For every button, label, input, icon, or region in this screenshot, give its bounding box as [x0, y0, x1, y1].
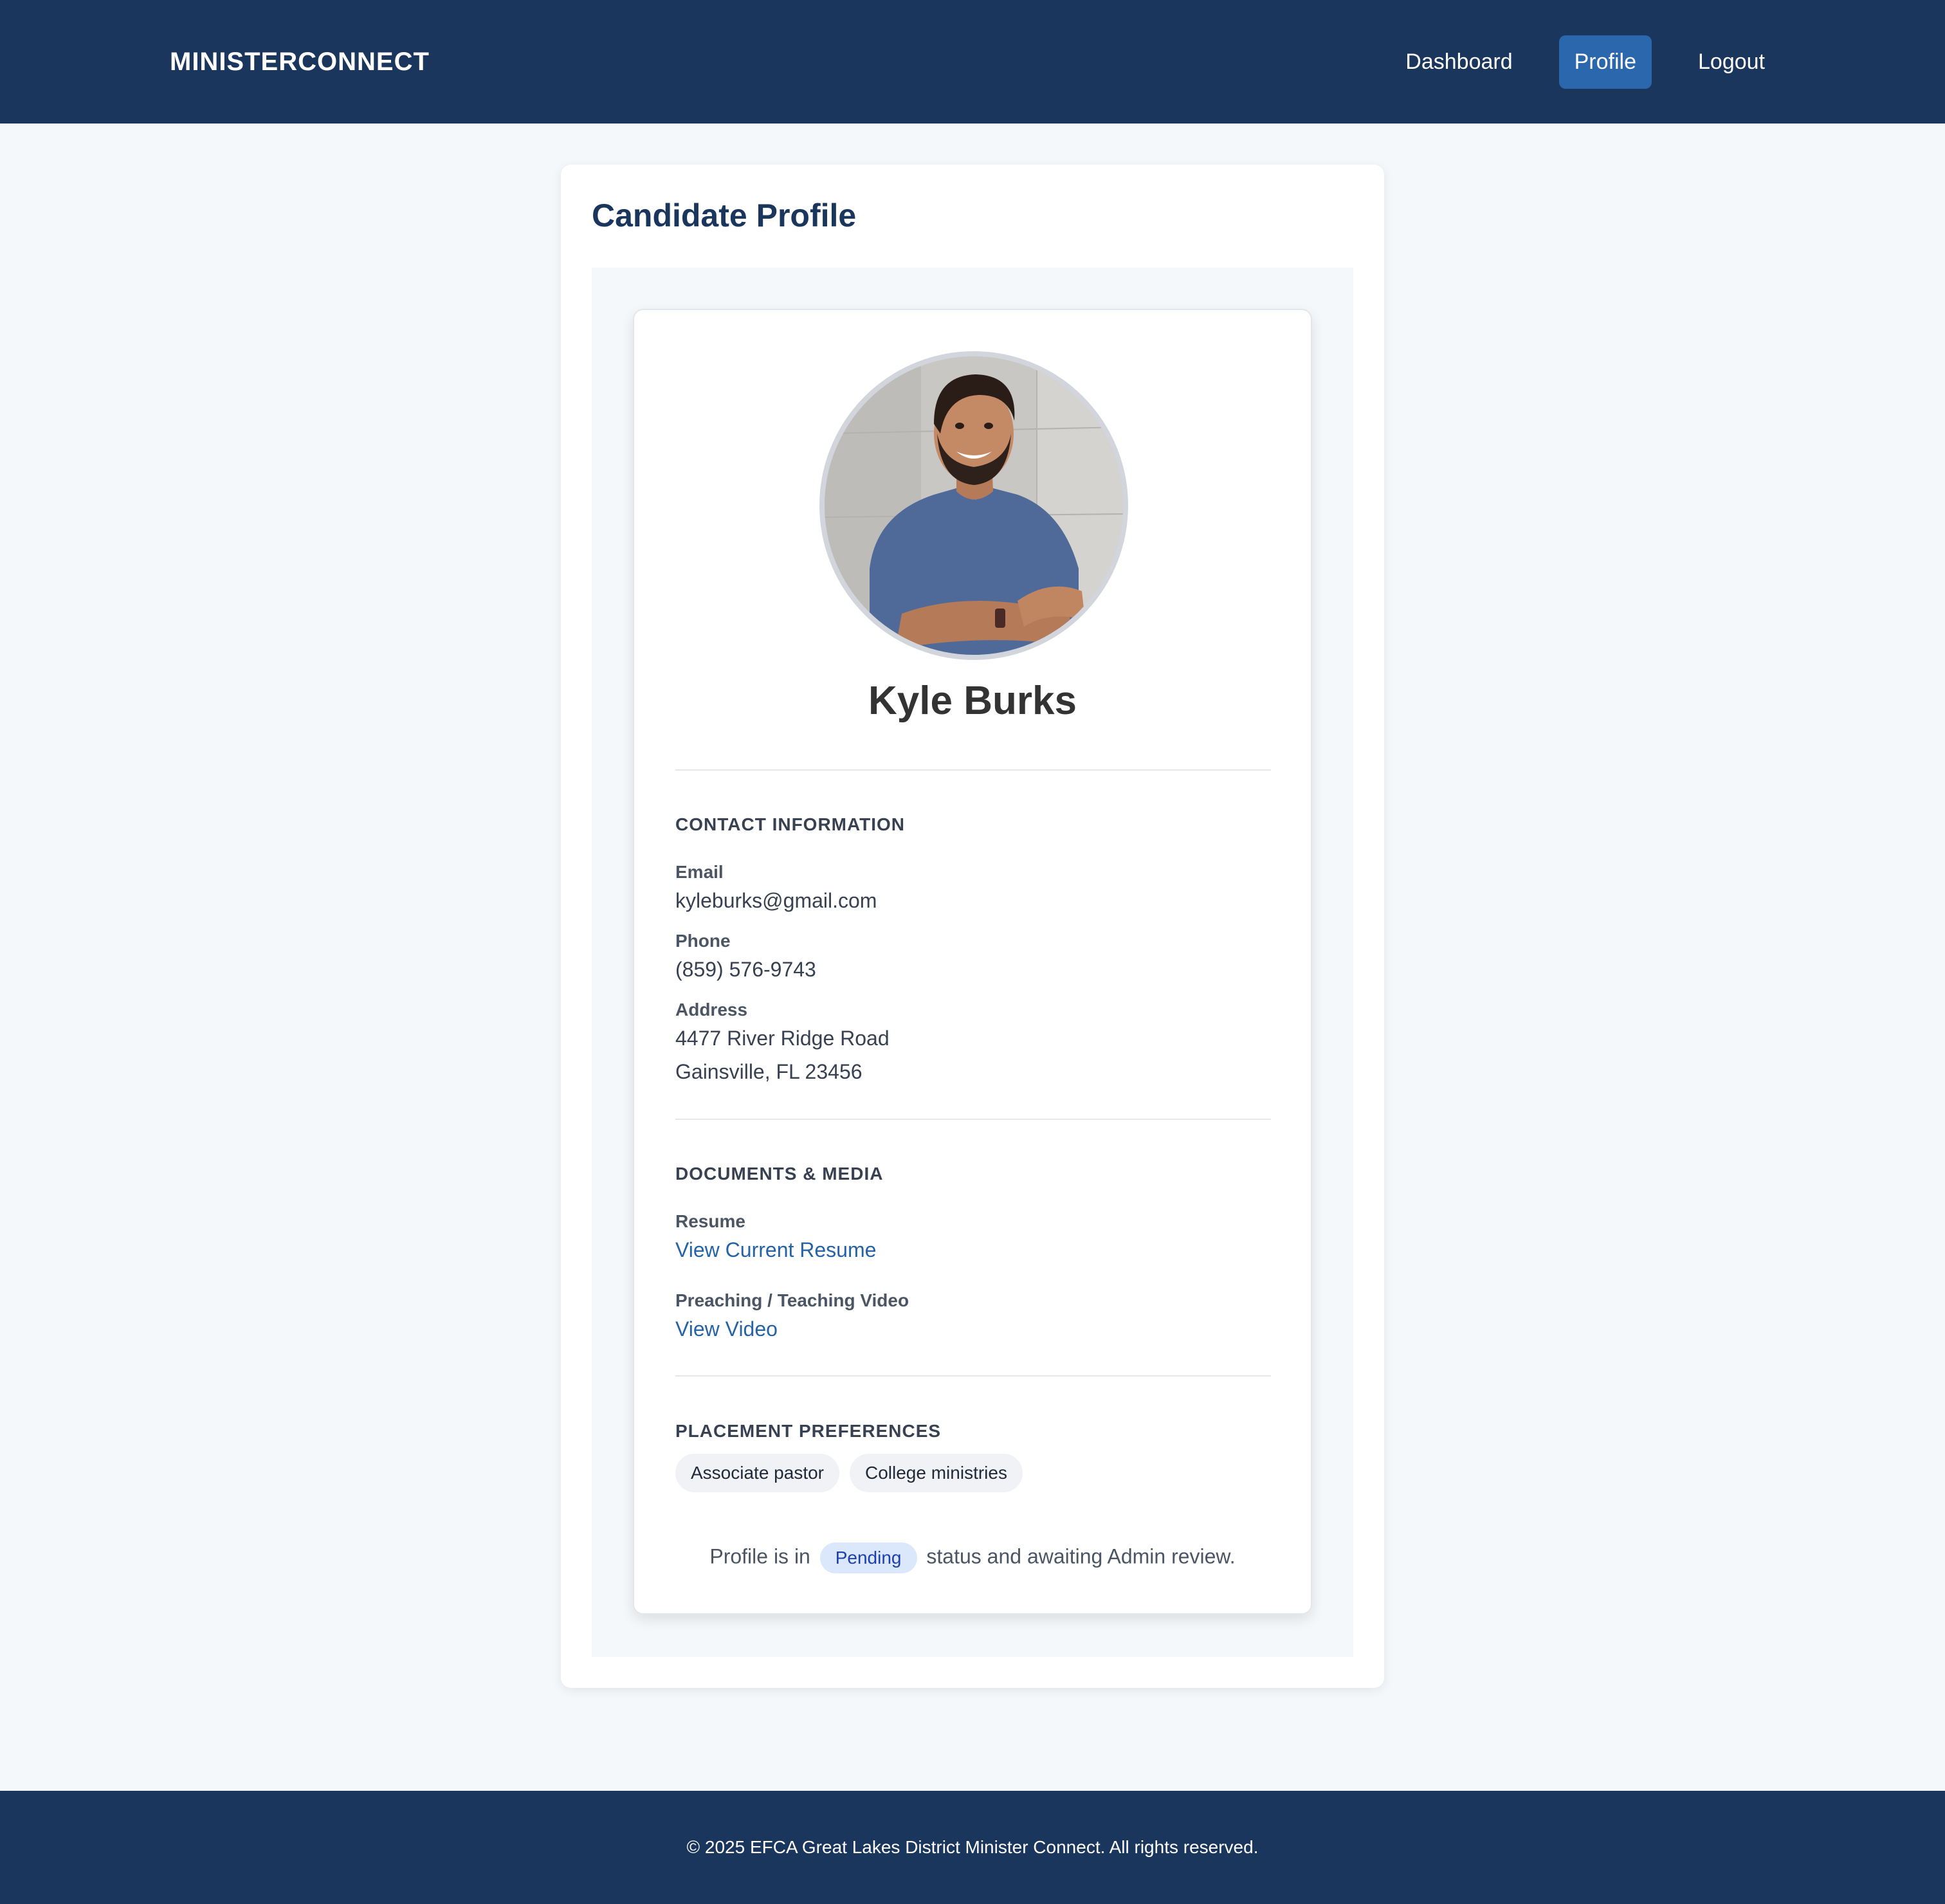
profile-page-card: Candidate Profile Kyle Burks CONTACT INF…	[561, 165, 1384, 1688]
view-resume-link[interactable]: View Current Resume	[675, 1238, 876, 1262]
status-badge: Pending	[819, 1542, 917, 1573]
section-divider	[675, 1375, 1271, 1377]
address-line-1: 4477 River Ridge Road	[675, 1027, 890, 1050]
preference-chip: Associate pastor	[675, 1454, 839, 1492]
brand-logo[interactable]: MINISTERCONNECT	[170, 48, 430, 77]
candidate-profile-card: Kyle Burks CONTACT INFORMATION Email kyl…	[633, 309, 1312, 1615]
copyright-text: © 2025 EFCA Great Lakes District Ministe…	[686, 1837, 1259, 1857]
address-line-2: Gainsville, FL 23456	[675, 1060, 863, 1083]
view-video-link[interactable]: View Video	[675, 1317, 778, 1341]
profile-photo	[825, 356, 1123, 655]
nav-profile[interactable]: Profile	[1558, 35, 1652, 89]
profile-status-message: Profile is in Pending status and awaitin…	[634, 1542, 1311, 1573]
email-label: Email	[675, 862, 724, 882]
phone-label: Phone	[675, 931, 731, 951]
main-nav: Dashboard Profile Logout	[1390, 35, 1780, 89]
status-suffix: status and awaiting Admin review.	[926, 1544, 1236, 1568]
top-navbar: MINISTERCONNECT Dashboard Profile Logout	[0, 0, 1945, 124]
phone-value: (859) 576-9743	[675, 958, 816, 981]
video-label: Preaching / Teaching Video	[675, 1290, 909, 1310]
section-divider	[675, 769, 1271, 771]
preference-chips: Associate pastor College ministries	[675, 1454, 1023, 1492]
nav-logout[interactable]: Logout	[1683, 35, 1780, 89]
status-prefix: Profile is in	[709, 1544, 810, 1568]
preference-chip: College ministries	[850, 1454, 1023, 1492]
contact-section-title: CONTACT INFORMATION	[675, 814, 906, 834]
candidate-name: Kyle Burks	[868, 679, 1077, 723]
nav-dashboard[interactable]: Dashboard	[1390, 35, 1528, 89]
preferences-section-title: PLACEMENT PREFERENCES	[675, 1421, 942, 1441]
documents-section-title: DOCUMENTS & MEDIA	[675, 1164, 884, 1184]
profile-container: Kyle Burks CONTACT INFORMATION Email kyl…	[592, 268, 1353, 1657]
section-divider	[675, 1119, 1271, 1120]
resume-label: Resume	[675, 1211, 745, 1231]
page-title: Candidate Profile	[592, 197, 857, 233]
footer: © 2025 EFCA Great Lakes District Ministe…	[0, 1791, 1945, 1904]
avatar	[819, 351, 1128, 660]
address-label: Address	[675, 1000, 748, 1020]
email-value: kyleburks@gmail.com	[675, 889, 877, 912]
